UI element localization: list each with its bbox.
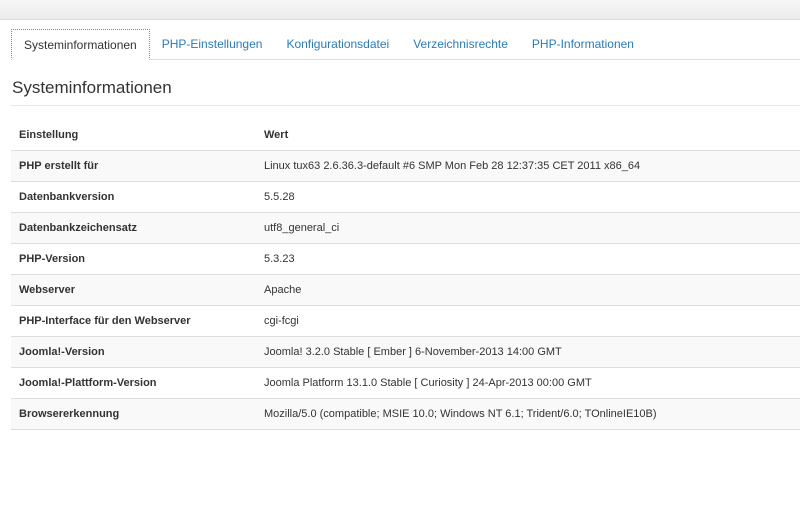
row-key: Browsererkennung [11, 398, 256, 430]
row-value: Apache [256, 274, 800, 306]
row-key: Datenbankversion [11, 181, 256, 213]
tab-konfigurationsdatei[interactable]: Konfigurationsdatei [274, 29, 401, 59]
row-key: Joomla!-Plattform-Version [11, 367, 256, 399]
row-value: Joomla Platform 13.1.0 Stable [ Curiosit… [256, 367, 800, 399]
tab-php-informationen[interactable]: PHP-Informationen [520, 29, 646, 59]
table-row: Joomla!-Version Joomla! 3.2.0 Stable [ E… [11, 336, 800, 368]
page-title: Systeminformationen [12, 78, 172, 97]
table-row: Browsererkennung Mozilla/5.0 (compatible… [11, 398, 800, 430]
row-value: utf8_general_ci [256, 212, 800, 244]
column-header-value: Wert [256, 120, 800, 151]
table-header-row: Einstellung Wert [11, 120, 800, 151]
tab-verzeichnisrechte[interactable]: Verzeichnisrechte [401, 29, 520, 59]
table-row: Webserver Apache [11, 274, 800, 306]
tab-bar: Systeminformationen PHP-Einstellungen Ko… [11, 28, 800, 60]
top-toolbar [0, 0, 800, 20]
table-row: Datenbankversion 5.5.28 [11, 181, 800, 213]
row-value: Linux tux63 2.6.36.3-default #6 SMP Mon … [256, 150, 800, 182]
tab-php-einstellungen[interactable]: PHP-Einstellungen [150, 29, 275, 59]
row-key: Webserver [11, 274, 256, 306]
column-header-setting: Einstellung [11, 120, 256, 151]
row-value: Mozilla/5.0 (compatible; MSIE 10.0; Wind… [256, 398, 800, 430]
row-key: PHP-Version [11, 243, 256, 275]
row-key: PHP-Interface für den Webserver [11, 305, 256, 337]
table-row: PHP-Version 5.3.23 [11, 243, 800, 275]
row-value: cgi-fcgi [256, 305, 800, 337]
system-info-table: Einstellung Wert PHP erstellt für Linux … [11, 120, 800, 430]
row-value: Joomla! 3.2.0 Stable [ Ember ] 6-Novembe… [256, 336, 800, 368]
table-row: Datenbankzeichensatz utf8_general_ci [11, 212, 800, 244]
table-row: PHP erstellt für Linux tux63 2.6.36.3-de… [11, 150, 800, 182]
title-divider [11, 105, 800, 106]
row-value: 5.5.28 [256, 181, 800, 213]
row-value: 5.3.23 [256, 243, 800, 275]
table-row: Joomla!-Plattform-Version Joomla Platfor… [11, 367, 800, 399]
row-key: Joomla!-Version [11, 336, 256, 368]
table-row: PHP-Interface für den Webserver cgi-fcgi [11, 305, 800, 337]
row-key: PHP erstellt für [11, 150, 256, 182]
tab-systeminformationen[interactable]: Systeminformationen [11, 29, 150, 60]
row-key: Datenbankzeichensatz [11, 212, 256, 244]
